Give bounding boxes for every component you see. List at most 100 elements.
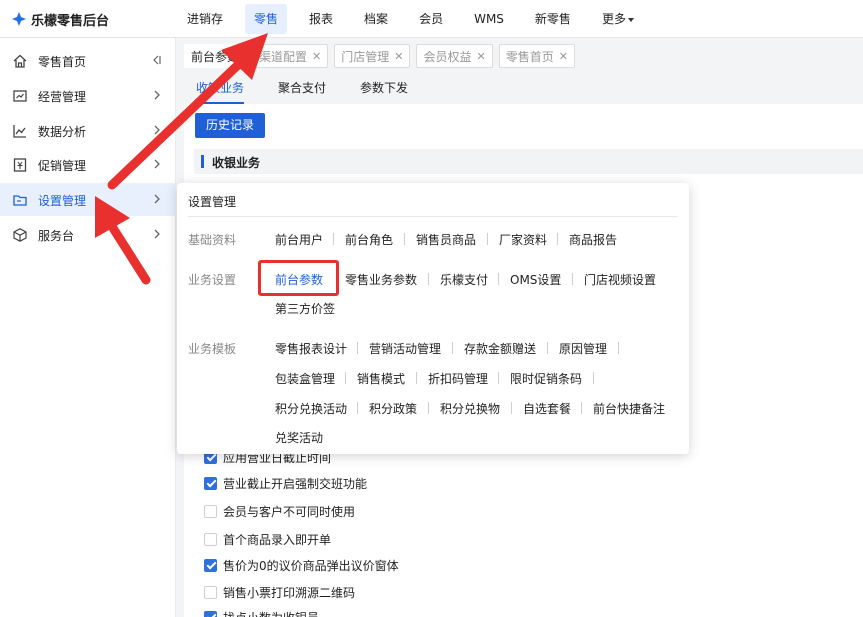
line-chart-icon xyxy=(13,125,26,138)
menu-link-frontend-role[interactable]: 前台角色 xyxy=(345,231,393,248)
sidebar-item-promotion-management[interactable]: 促销管理 xyxy=(0,148,176,181)
chevron-right-icon xyxy=(154,194,160,204)
topnav-new-retail[interactable]: 新零售 xyxy=(526,4,580,34)
topnav-archives[interactable]: 档案 xyxy=(355,4,397,34)
topnav-inventory[interactable]: 进销存 xyxy=(178,4,232,34)
tab-member-rights[interactable]: 会员权益 ✕ xyxy=(416,44,493,68)
chevron-right-icon xyxy=(154,125,160,135)
checkbox[interactable] xyxy=(204,558,217,572)
divider xyxy=(357,402,358,414)
checkbox[interactable] xyxy=(204,476,217,490)
menu-link-frontend-quick-note[interactable]: 前台快捷备注 xyxy=(593,400,665,417)
chevron-right-icon xyxy=(154,229,160,239)
divider xyxy=(572,273,573,285)
checkbox-label: 营业截止开启强制交班功能 xyxy=(223,476,368,491)
app-logo[interactable]: 乐檬零售后台 xyxy=(12,10,109,29)
menu-link-discount-code[interactable]: 折扣码管理 xyxy=(428,370,488,387)
sidebar-item-label: 服务台 xyxy=(38,229,75,243)
divider xyxy=(557,233,558,245)
menu-link-salesperson-goods[interactable]: 销售员商品 xyxy=(416,231,476,248)
menu-link-third-party-price-tag[interactable]: 第三方价签 xyxy=(275,300,335,317)
checkbox-row[interactable]: 首个商品录入即开单 xyxy=(204,530,331,548)
logo-icon xyxy=(12,12,26,26)
sidebar-item-settings-management[interactable]: 设置管理 xyxy=(0,183,176,216)
menu-link-deposit-gift[interactable]: 存款金额赠送 xyxy=(464,340,536,357)
menu-link-frontend-user[interactable]: 前台用户 xyxy=(275,231,323,248)
home-icon xyxy=(13,54,27,68)
checkbox-label: 售价为0的议价商品弹出议价窗体 xyxy=(223,558,399,573)
menu-link-oms-settings[interactable]: OMS设置 xyxy=(510,271,561,288)
menu-link-store-video-settings[interactable]: 门店视频设置 xyxy=(584,271,656,288)
checkbox-label: 首个商品录入即开单 xyxy=(223,532,332,547)
menu-link-retail-report-design[interactable]: 零售报表设计 xyxy=(275,340,347,357)
sidebar-item-label: 经营管理 xyxy=(38,90,87,104)
chart-board-icon xyxy=(13,90,27,102)
divider xyxy=(581,402,582,414)
checkbox[interactable] xyxy=(204,532,217,546)
menu-link-goods-report[interactable]: 商品报告 xyxy=(569,231,617,248)
topnav-more[interactable]: 更多 xyxy=(593,4,643,34)
checkbox-row[interactable]: 会员与客户不可同时使用 xyxy=(204,502,355,520)
topnav-reports[interactable]: 报表 xyxy=(300,4,342,34)
menu-link-reason-management[interactable]: 原因管理 xyxy=(559,340,607,357)
checkbox[interactable] xyxy=(204,504,217,518)
menu-link-prize-redemption[interactable]: 兑奖活动 xyxy=(275,429,323,446)
history-button[interactable]: 历史记录 xyxy=(195,113,265,138)
menu-link-lemeng-pay[interactable]: 乐檬支付 xyxy=(440,271,488,288)
menu-link-retail-business-params[interactable]: 零售业务参数 xyxy=(345,271,417,288)
collapse-icon[interactable] xyxy=(152,54,162,66)
subtab-param-distribution[interactable]: 参数下发 xyxy=(360,80,408,100)
group-label-business-settings: 业务设置 xyxy=(188,273,237,287)
sidebar-item-service-desk[interactable]: 服务台 xyxy=(0,218,176,251)
sidebar-item-label: 零售首页 xyxy=(38,55,87,69)
divider xyxy=(333,233,334,245)
tab-retail-home[interactable]: 零售首页 ✕ xyxy=(498,44,575,68)
promotion-icon xyxy=(13,158,27,172)
close-icon[interactable]: ✕ xyxy=(312,50,321,63)
checkbox-row[interactable]: 销售小票打印溯源二维码 xyxy=(204,583,355,601)
topnav-wms[interactable]: WMS xyxy=(465,4,513,34)
settings-menu-panel: 设置管理 基础资料 前台用户 前台角色 销售员商品 厂家资料 商品报告 业务设置… xyxy=(177,183,689,454)
divider xyxy=(498,273,499,285)
menu-link-points-exchange-activity[interactable]: 积分兑换活动 xyxy=(275,400,347,417)
section-header: 收银业务 xyxy=(194,149,863,174)
sidebar-item-business-management[interactable]: 经营管理 xyxy=(0,79,176,112)
sidebar-item-retail-home[interactable]: 零售首页 xyxy=(0,44,176,77)
menu-link-sales-mode[interactable]: 销售模式 xyxy=(357,370,405,387)
menu-link-flash-sale-barcode[interactable]: 限时促销条码 xyxy=(510,370,582,387)
checkbox-row[interactable]: 售价为0的议价商品弹出议价窗体 xyxy=(204,556,399,574)
checkbox-row[interactable]: 营业截止开启强制交班功能 xyxy=(204,474,367,492)
divider xyxy=(428,402,429,414)
divider xyxy=(452,342,453,354)
close-icon[interactable]: ✕ xyxy=(477,50,486,63)
tab-frontend-params[interactable]: 前台参数 xyxy=(184,44,247,68)
subtab-aggregate-payment[interactable]: 聚合支付 xyxy=(278,80,326,100)
tab-label: 零售首页 xyxy=(505,49,554,64)
menu-link-marketing-activity[interactable]: 营销活动管理 xyxy=(369,340,441,357)
checkbox-label: 会员与客户不可同时使用 xyxy=(223,504,356,519)
tab-store-management[interactable]: 门店管理 ✕ xyxy=(334,44,411,68)
close-icon[interactable]: ✕ xyxy=(559,50,568,63)
divider xyxy=(593,372,594,384)
tab-label: 渠道配置 xyxy=(259,49,308,64)
tab-channel-config[interactable]: 渠道配置 ✕ xyxy=(252,44,329,68)
menu-link-vendor-data[interactable]: 厂家资料 xyxy=(499,231,547,248)
cube-icon xyxy=(13,228,27,242)
divider xyxy=(416,372,417,384)
checkbox[interactable] xyxy=(204,610,217,617)
divider xyxy=(345,372,346,384)
topnav-members[interactable]: 会员 xyxy=(410,4,452,34)
menu-link-points-policy[interactable]: 积分政策 xyxy=(369,400,417,417)
chevron-down-icon xyxy=(627,17,634,22)
checkbox[interactable] xyxy=(204,585,217,599)
subtab-cashier-business[interactable]: 收银业务 xyxy=(196,80,245,104)
close-icon[interactable]: ✕ xyxy=(394,50,403,63)
menu-link-combo-package[interactable]: 自选套餐 xyxy=(523,400,571,417)
menu-link-packaging-box[interactable]: 包装盒管理 xyxy=(275,370,335,387)
sidebar-item-data-analysis[interactable]: 数据分析 xyxy=(0,114,176,147)
topnav-retail[interactable]: 零售 xyxy=(245,4,288,34)
checkbox-row[interactable]: 找点小数为收银员 xyxy=(204,608,319,617)
top-bar: 乐檬零售后台 进销存 零售 报表 档案 会员 WMS 新零售 更多 xyxy=(0,0,863,38)
divider xyxy=(498,372,499,384)
menu-link-points-exchange-goods[interactable]: 积分兑换物 xyxy=(440,400,500,417)
